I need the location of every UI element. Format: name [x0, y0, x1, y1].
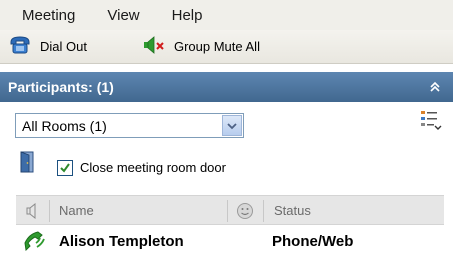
participant-name: Alison Templeton	[59, 233, 184, 250]
menu-meeting[interactable]: Meeting	[22, 7, 75, 24]
room-select-value: All Rooms (1)	[22, 117, 107, 134]
menu-help[interactable]: Help	[172, 7, 203, 24]
chevron-down-icon[interactable]	[222, 115, 242, 136]
toolbar: Dial Out Group Mute All	[0, 30, 453, 64]
collapse-icon[interactable]	[427, 79, 443, 95]
emoticon-column-icon[interactable]	[236, 202, 254, 223]
participant-status: Phone/Web	[272, 233, 354, 250]
participants-header: Participants: (1)	[0, 72, 453, 102]
column-divider	[227, 200, 228, 222]
telephone-icon	[9, 36, 31, 57]
list-options-icon[interactable]	[419, 109, 443, 131]
participant-row[interactable]: Alison Templeton Phone/Web	[16, 228, 444, 256]
dial-out-button[interactable]: Dial Out	[9, 34, 87, 60]
speaker-column-icon[interactable]	[26, 202, 40, 222]
participants-table-header: Name Status	[16, 195, 444, 225]
close-door-checkbox[interactable]	[57, 160, 73, 176]
column-divider	[263, 200, 264, 222]
close-door-label: Close meeting room door	[80, 160, 226, 175]
group-mute-all-button[interactable]: Group Mute All	[143, 34, 260, 60]
phone-web-status-icon	[22, 230, 46, 257]
door-icon	[20, 151, 34, 176]
group-mute-all-label: Group Mute All	[173, 39, 260, 54]
column-divider	[49, 200, 50, 222]
speaker-mute-icon	[143, 36, 165, 57]
name-column-header[interactable]: Name	[59, 203, 94, 218]
participants-title: Participants: (1)	[8, 79, 114, 95]
dial-out-label: Dial Out	[40, 39, 87, 54]
menu-bar: Meeting View Help	[0, 0, 453, 30]
status-column-header[interactable]: Status	[274, 203, 311, 218]
menu-view[interactable]: View	[107, 7, 139, 24]
room-select[interactable]: All Rooms (1)	[15, 113, 244, 138]
